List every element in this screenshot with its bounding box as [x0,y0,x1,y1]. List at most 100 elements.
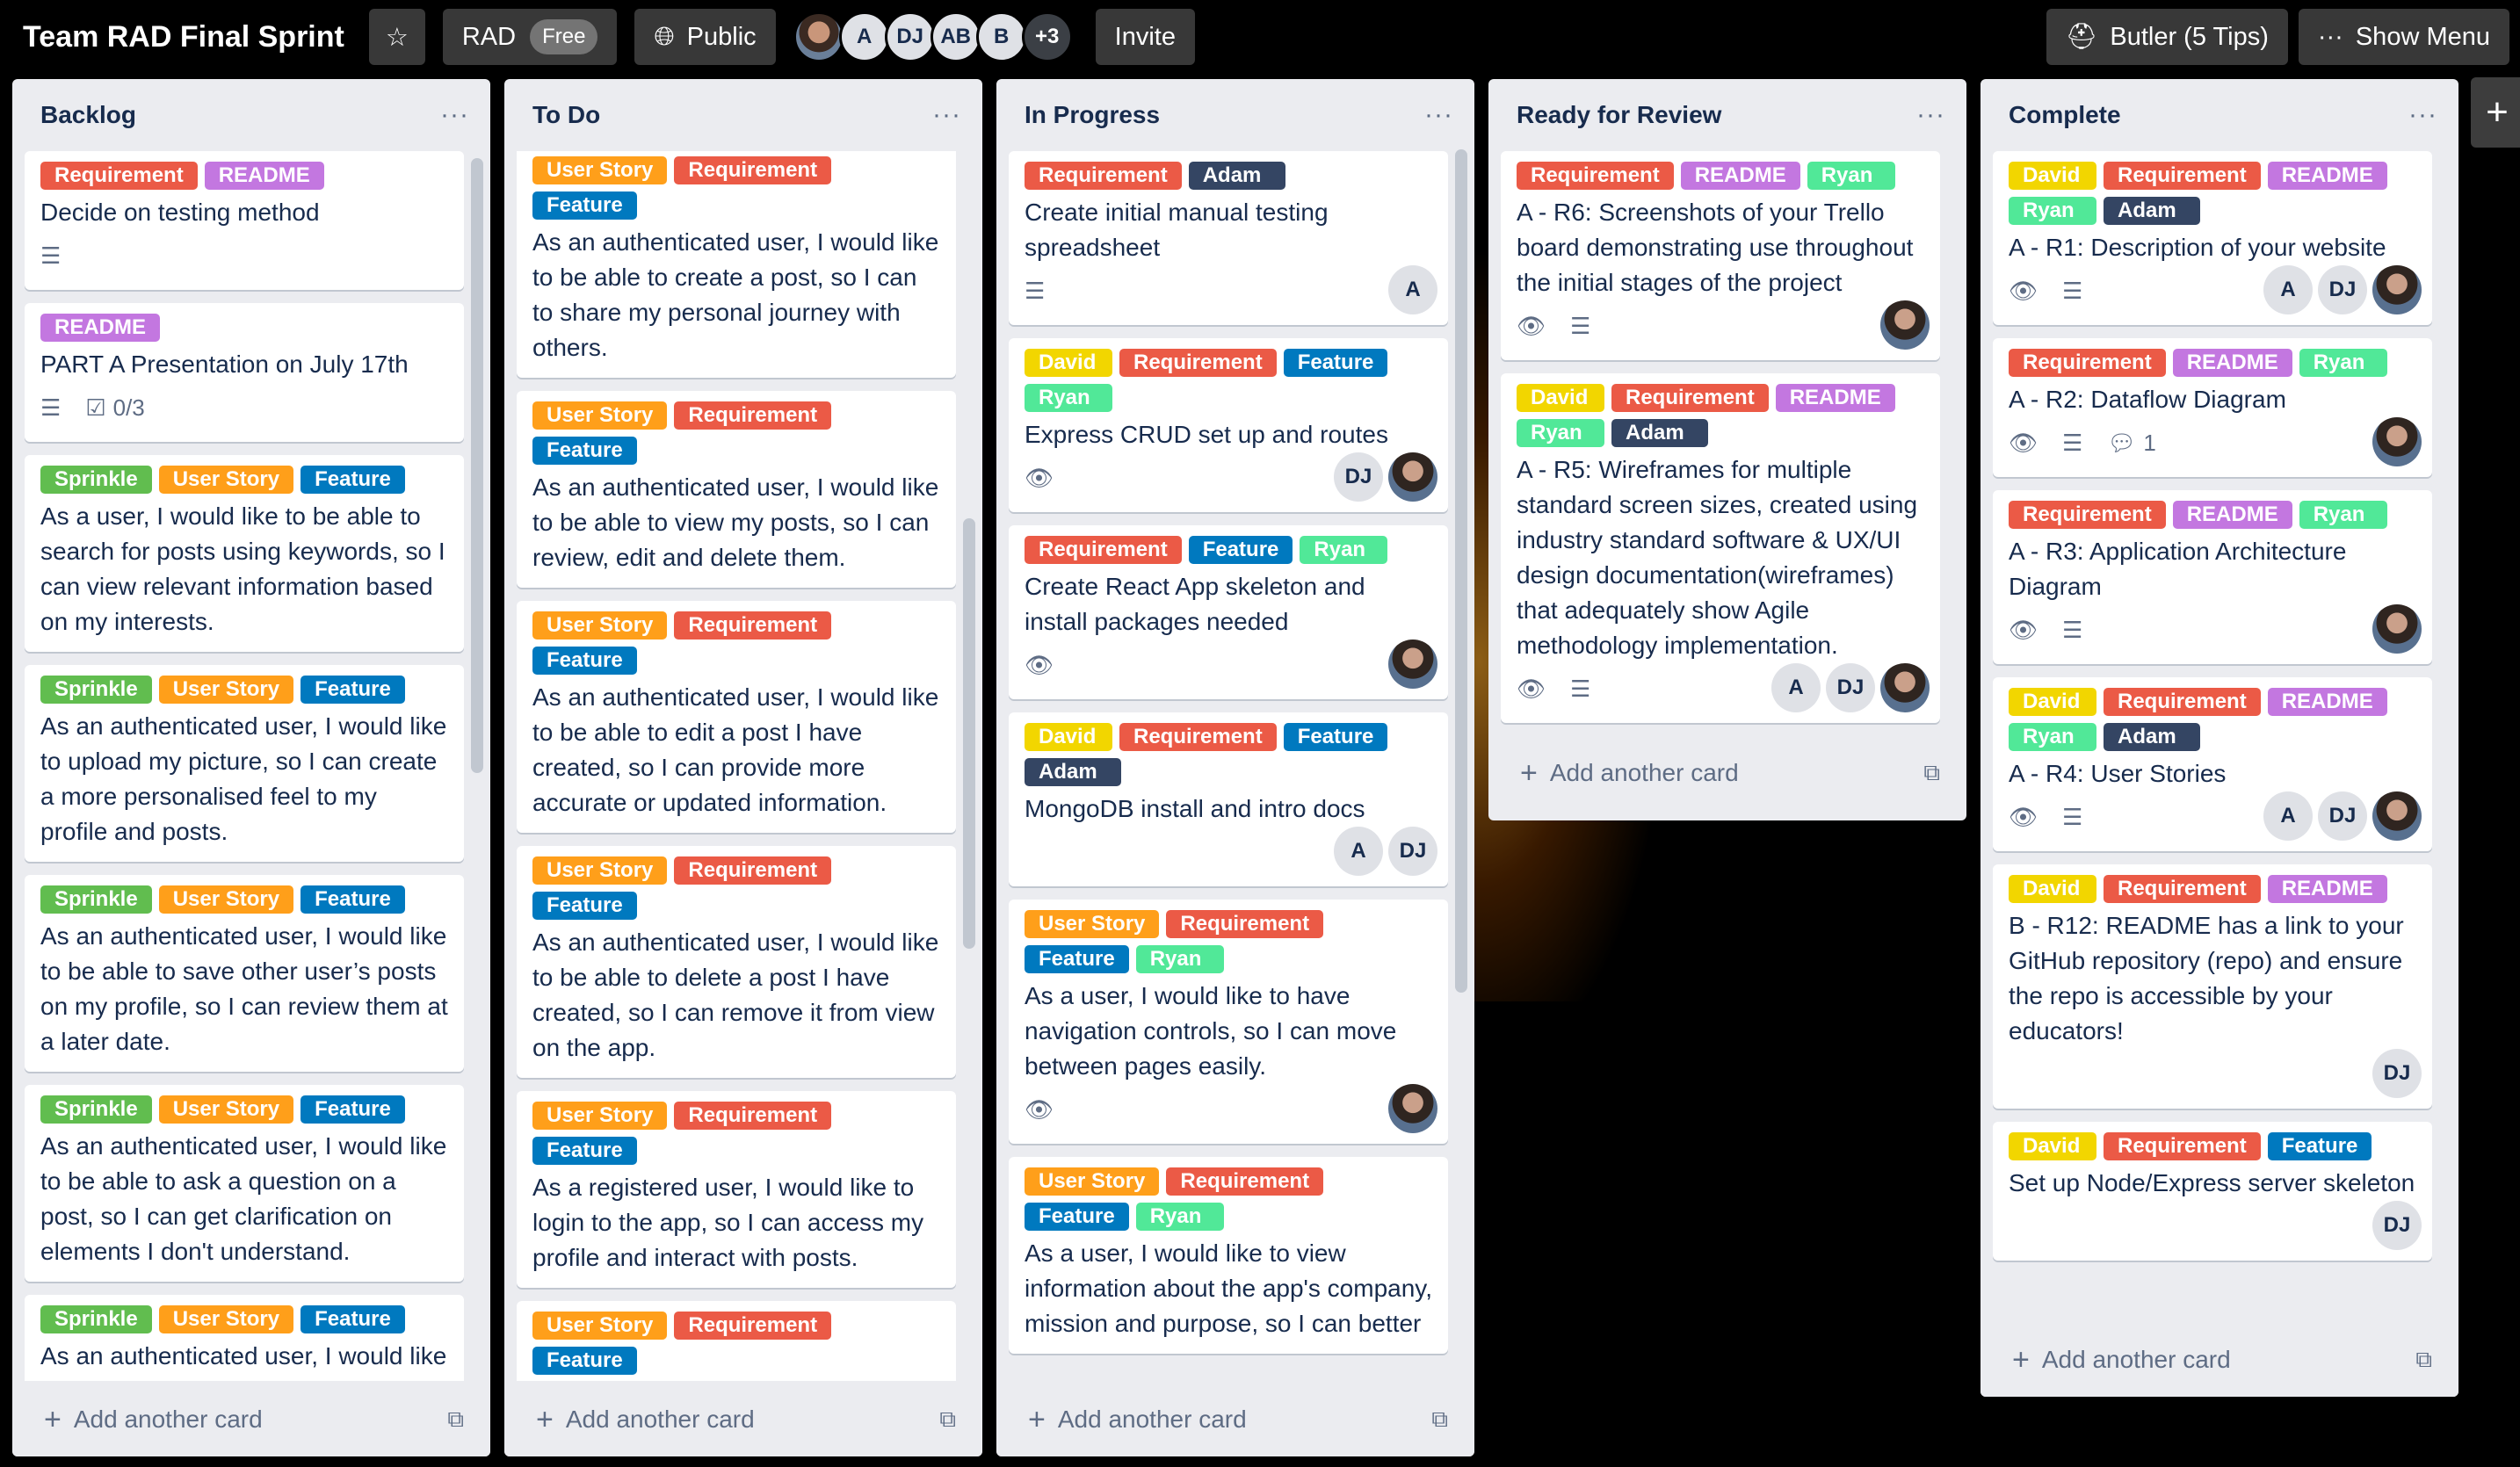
card[interactable]: David Requirement Feature Adam MongoDB insta… [1009,712,1448,886]
label-user-story[interactable]: User Story [1025,910,1160,938]
label-ryan[interactable]: Ryan [2009,723,2096,751]
template-icon[interactable]: ⧉ [939,1406,956,1434]
label-readme[interactable]: README [40,314,161,342]
avatar[interactable] [1388,452,1437,502]
card[interactable]: Sprinkle User Story Feature As a user, I wo… [25,455,464,652]
avatar[interactable]: A [1334,827,1383,876]
label-requirement[interactable]: Requirement [2104,875,2261,903]
label-feature[interactable]: Feature [532,192,637,220]
label-feature[interactable]: Feature [532,892,637,920]
card[interactable]: Sprinkle User Story Feature As an authentic… [25,665,464,862]
label-user-story[interactable]: User Story [532,156,668,184]
label-user-story[interactable]: User Story [158,676,294,704]
label-feature[interactable]: Feature [1283,723,1388,751]
card[interactable]: Requirement README Ryan A - R3: Application… [1993,490,2432,664]
card[interactable]: David Requirement README Ryan Adam A - R5: Wi… [1501,373,1940,723]
avatar[interactable]: A [1771,663,1821,712]
label-requirement[interactable]: Requirement [2104,688,2261,716]
show-menu-button[interactable]: ··· Show Menu [2298,9,2509,65]
label-readme[interactable]: README [2267,688,2387,716]
label-user-story[interactable]: User Story [1025,1167,1160,1196]
label-adam[interactable]: Adam [2104,723,2200,751]
label-ryan[interactable]: Ryan [1517,419,1604,447]
label-requirement[interactable]: Requirement [674,856,832,885]
workspace-button[interactable]: RAD Free [442,9,618,65]
label-feature[interactable]: Feature [1025,945,1129,973]
card[interactable]: README PART A Presentation on July 17th ☰ ☑… [25,303,464,442]
label-requirement[interactable]: Requirement [1025,536,1182,564]
avatar[interactable] [1880,663,1930,712]
butler-button[interactable]: ⛑︎ Butler (5 Tips) [2046,9,2288,65]
add-card-button[interactable]: + Add another card ⧉ [504,1383,982,1456]
avatar[interactable]: DJ [1334,452,1383,502]
card[interactable]: David Requirement README Ryan Adam A - R1: De… [1993,151,2432,325]
avatar[interactable]: DJ [1826,663,1875,712]
star-button[interactable]: ☆ [368,9,425,65]
label-user-story[interactable]: User Story [532,611,668,640]
list-title[interactable]: Complete [2009,101,2121,129]
label-feature[interactable]: Feature [1283,349,1388,377]
avatar[interactable] [2372,604,2422,654]
label-ryan[interactable]: Ryan [2299,349,2387,377]
label-adam[interactable]: Adam [1188,162,1285,190]
add-list-button[interactable]: + [2471,77,2520,148]
card[interactable]: User Story Requirement Feature As an authen… [517,151,956,378]
label-requirement[interactable]: Requirement [40,162,198,190]
label-feature[interactable]: Feature [2267,1132,2372,1160]
avatar[interactable] [1388,1084,1437,1133]
avatar[interactable] [793,11,844,62]
more-icon[interactable]: ··· [1916,100,1945,130]
label-requirement[interactable]: Requirement [1611,384,1769,412]
card[interactable]: Requirement README Ryan A - R6: Screenshots… [1501,151,1940,360]
label-requirement[interactable]: Requirement [1166,1167,1324,1196]
label-feature[interactable]: Feature [1025,1203,1129,1231]
label-feature[interactable]: Feature [301,1305,405,1333]
label-readme[interactable]: README [204,162,324,190]
board-title[interactable]: Team RAD Final Sprint [23,20,344,54]
label-feature[interactable]: Feature [301,885,405,914]
visibility-button[interactable]: 🌐︎ Public [634,9,776,65]
label-readme[interactable]: README [2172,349,2292,377]
label-sprinkle[interactable]: Sprinkle [40,1305,152,1333]
label-feature[interactable]: Feature [532,437,637,465]
label-feature[interactable]: Feature [532,1347,637,1375]
list-title[interactable]: To Do [532,101,600,129]
label-sprinkle[interactable]: Sprinkle [40,466,152,494]
template-icon[interactable]: ⧉ [447,1406,464,1434]
label-readme[interactable]: README [2172,501,2292,529]
card[interactable]: User Story Requirement Feature As an authen… [517,846,956,1078]
label-requirement[interactable]: Requirement [1166,910,1324,938]
avatar[interactable]: B [975,11,1027,62]
label-requirement[interactable]: Requirement [1119,723,1277,751]
card[interactable]: User Story Requirement Feature [517,1301,956,1381]
avatar[interactable] [2372,265,2422,314]
card[interactable]: Sprinkle User Story Feature As an authentic… [25,1085,464,1282]
label-readme[interactable]: README [2267,162,2387,190]
label-ryan[interactable]: Ryan [1807,162,1895,190]
card[interactable]: David Requirement README Ryan Adam A - R4: Us… [1993,677,2432,851]
label-user-story[interactable]: User Story [158,1095,294,1124]
label-adam[interactable]: Adam [2104,197,2200,225]
more-icon[interactable]: ··· [2408,100,2437,130]
label-requirement[interactable]: Requirement [674,1102,832,1130]
more-icon[interactable]: ··· [1424,100,1453,130]
label-adam[interactable]: Adam [1025,758,1121,786]
card[interactable]: David Requirement Feature Set up Node/Expre… [1993,1122,2432,1261]
card[interactable]: User Story Requirement Feature As a registe… [517,1091,956,1288]
label-ryan[interactable]: Ryan [2009,197,2096,225]
avatar[interactable] [1388,640,1437,689]
card[interactable]: User Story Requirement Feature Ryan As a use… [1009,1157,1448,1354]
scrollbar[interactable] [1455,149,1467,993]
card[interactable]: User Story Requirement Feature As an authen… [517,391,956,588]
add-card-button[interactable]: + Add another card ⧉ [1981,1323,2458,1397]
avatar[interactable]: DJ [2372,1201,2422,1250]
label-feature[interactable]: Feature [301,1095,405,1124]
label-user-story[interactable]: User Story [532,401,668,430]
card[interactable]: User Story Requirement Feature Ryan As a use… [1009,900,1448,1144]
avatar[interactable]: A [838,11,890,62]
label-requirement[interactable]: Requirement [2009,349,2166,377]
avatar[interactable]: DJ [884,11,936,62]
label-david[interactable]: David [2009,1132,2096,1160]
add-card-button[interactable]: + Add another card ⧉ [996,1383,1474,1456]
add-card-button[interactable]: + Add another card ⧉ [1488,736,1966,810]
